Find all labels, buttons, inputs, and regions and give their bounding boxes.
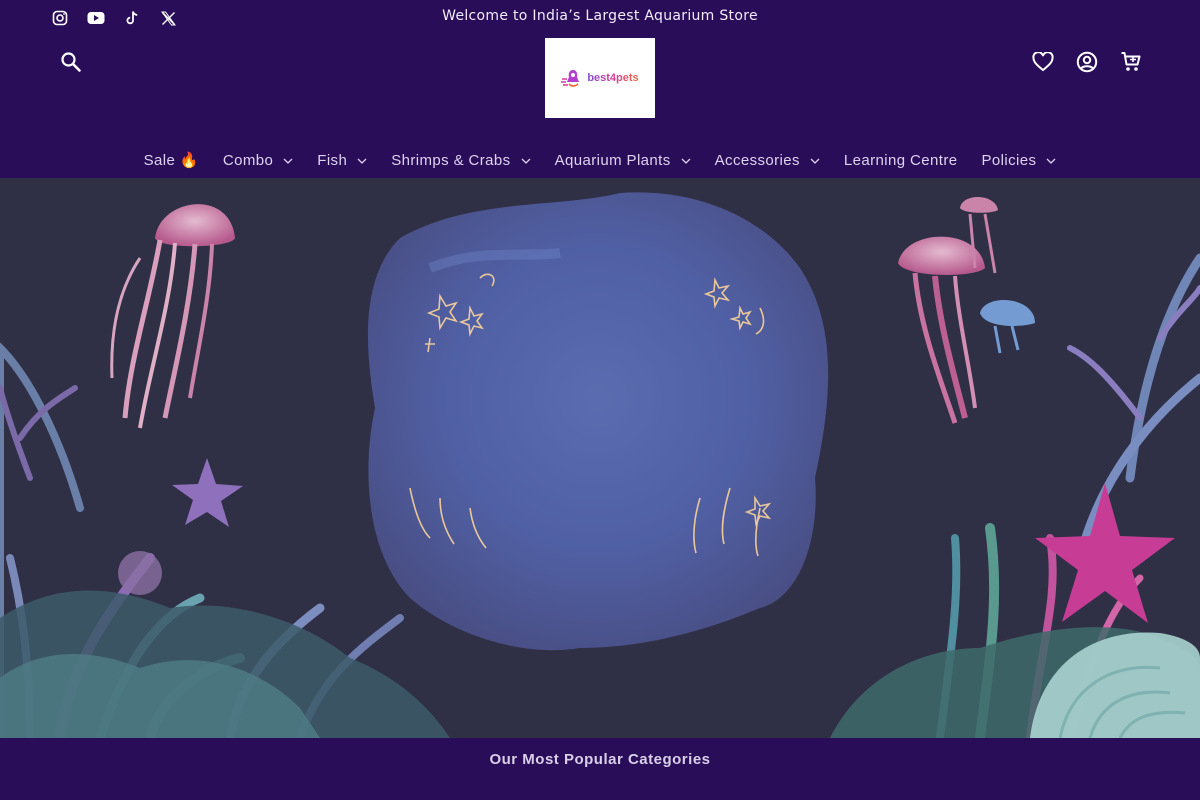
account-icon — [1076, 51, 1098, 73]
nav-label: Fish — [317, 151, 348, 169]
nav-item-combo[interactable]: Combo — [211, 140, 305, 174]
youtube-icon[interactable] — [86, 8, 106, 28]
chevron-down-icon — [681, 158, 691, 164]
nav-item-shrimps-crabs[interactable]: Shrimps & Crabs — [379, 140, 542, 174]
announcement-text: Welcome to India’s Largest Aquarium Stor… — [442, 8, 758, 24]
cart-button[interactable] — [1118, 49, 1144, 75]
starfish-left — [172, 458, 243, 527]
nav-item-fish[interactable]: Fish — [305, 140, 379, 174]
nav-item-aquarium-plants[interactable]: Aquarium Plants — [543, 140, 703, 174]
logo-text: best4pets — [587, 72, 639, 84]
nav-label: Sale 🔥 — [143, 152, 199, 169]
starfish-right — [1035, 483, 1175, 623]
cart-icon — [1121, 52, 1141, 71]
tiktok-icon[interactable] — [122, 8, 142, 28]
popular-categories-section: Our Most Popular Categories — [0, 738, 1200, 800]
hero-banner[interactable] — [0, 178, 1200, 738]
nav-label: Accessories — [714, 151, 800, 169]
account-button[interactable] — [1074, 49, 1100, 75]
chevron-down-icon — [357, 158, 367, 164]
logo-mark-icon — [561, 70, 580, 87]
nav-label: Learning Centre — [843, 151, 958, 169]
main-navigation: Sale 🔥 Combo Fish Shrimps & Crabs Aquari… — [0, 140, 1200, 174]
chevron-down-icon — [1046, 158, 1056, 164]
chevron-down-icon — [521, 158, 531, 164]
nav-label: Aquarium Plants — [554, 151, 671, 169]
nav-item-policies[interactable]: Policies — [969, 140, 1068, 174]
nav-label: Combo — [222, 151, 274, 169]
header-actions — [1030, 49, 1144, 75]
search-button[interactable] — [58, 49, 84, 75]
chevron-down-icon — [283, 158, 293, 164]
wishlist-heart-icon — [1032, 52, 1054, 72]
nav-label: Shrimps & Crabs — [391, 151, 511, 169]
section-title: Our Most Popular Categories — [489, 751, 711, 768]
social-links — [50, 8, 178, 28]
x-twitter-icon[interactable] — [158, 8, 178, 28]
chevron-down-icon — [810, 158, 820, 164]
hero-illustration — [0, 192, 1200, 738]
search-icon — [61, 52, 81, 72]
instagram-icon[interactable] — [50, 8, 70, 28]
nav-label: Policies — [981, 151, 1037, 169]
jellyfish-right — [898, 196, 1035, 424]
store-logo[interactable]: best4pets — [545, 38, 655, 118]
nav-item-learning-centre[interactable]: Learning Centre — [832, 140, 970, 174]
sea-anemone — [118, 551, 162, 595]
nav-item-sale[interactable]: Sale 🔥 — [132, 140, 211, 174]
jellyfish-left — [110, 204, 235, 429]
wishlist-button[interactable] — [1030, 49, 1056, 75]
nav-item-accessories[interactable]: Accessories — [703, 140, 832, 174]
announcement-bar: Welcome to India’s Largest Aquarium Stor… — [0, 0, 1200, 36]
